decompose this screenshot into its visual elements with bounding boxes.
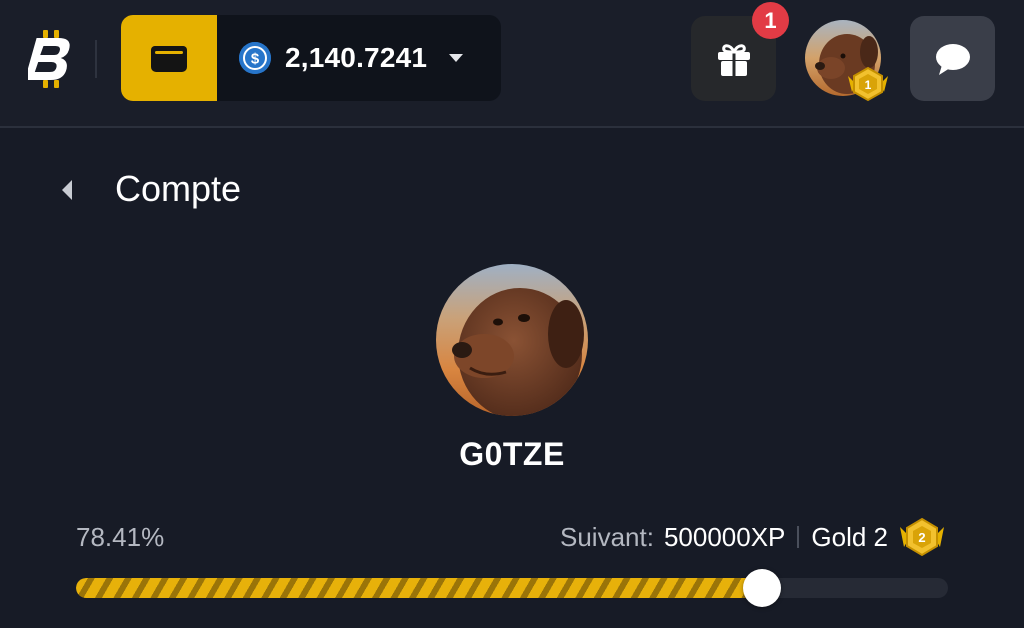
- level-number: 1: [865, 78, 872, 92]
- usdc-coin-icon: $: [239, 42, 271, 74]
- profile-avatar[interactable]: [436, 264, 588, 416]
- xp-progress-fill: [76, 578, 760, 598]
- site-logo[interactable]: [28, 28, 80, 90]
- level-badge: 1: [846, 66, 890, 102]
- back-arrow-icon: [62, 180, 72, 200]
- balance-amount: 2,140.7241: [285, 42, 428, 73]
- wallet-widget: $ 2,140.7241: [121, 15, 501, 101]
- svg-text:$: $: [251, 51, 260, 68]
- account-page: $ 2,140.7241 1 1 Compte G0TZE 78.41% Sui…: [0, 0, 1024, 628]
- dog-avatar-image: [436, 264, 588, 416]
- xp-progress-knob[interactable]: [743, 569, 781, 607]
- next-xp-value: 500000XP: [663, 521, 786, 552]
- top-bar: $ 2,140.7241 1 1: [0, 0, 1024, 128]
- progress-percent: 78.41%: [76, 522, 165, 552]
- next-level-info: Suivant: 500000XP Gold 2 2: [559, 517, 946, 557]
- back-button[interactable]: [58, 178, 76, 202]
- notification-badge: 1: [752, 2, 789, 39]
- xp-progress-bar: [76, 578, 948, 598]
- bitcoin-logo-icon: [28, 30, 70, 88]
- chat-button[interactable]: [910, 16, 995, 101]
- page-title: Compte: [115, 168, 242, 209]
- balance-selector[interactable]: $ 2,140.7241: [239, 15, 464, 101]
- wallet-icon: [151, 46, 187, 72]
- gift-icon: [717, 43, 750, 76]
- tier-level-number: 2: [918, 530, 925, 545]
- wallet-button[interactable]: [121, 15, 217, 101]
- tier-badge-icon: 2: [898, 517, 946, 557]
- chevron-down-icon: [449, 54, 464, 62]
- tier-name: Gold 2: [811, 521, 888, 552]
- username: G0TZE: [459, 436, 565, 472]
- next-label: Suivant:: [559, 521, 654, 552]
- chat-bubble-icon: [935, 43, 970, 75]
- separator: [797, 526, 800, 548]
- header-divider: [95, 40, 97, 78]
